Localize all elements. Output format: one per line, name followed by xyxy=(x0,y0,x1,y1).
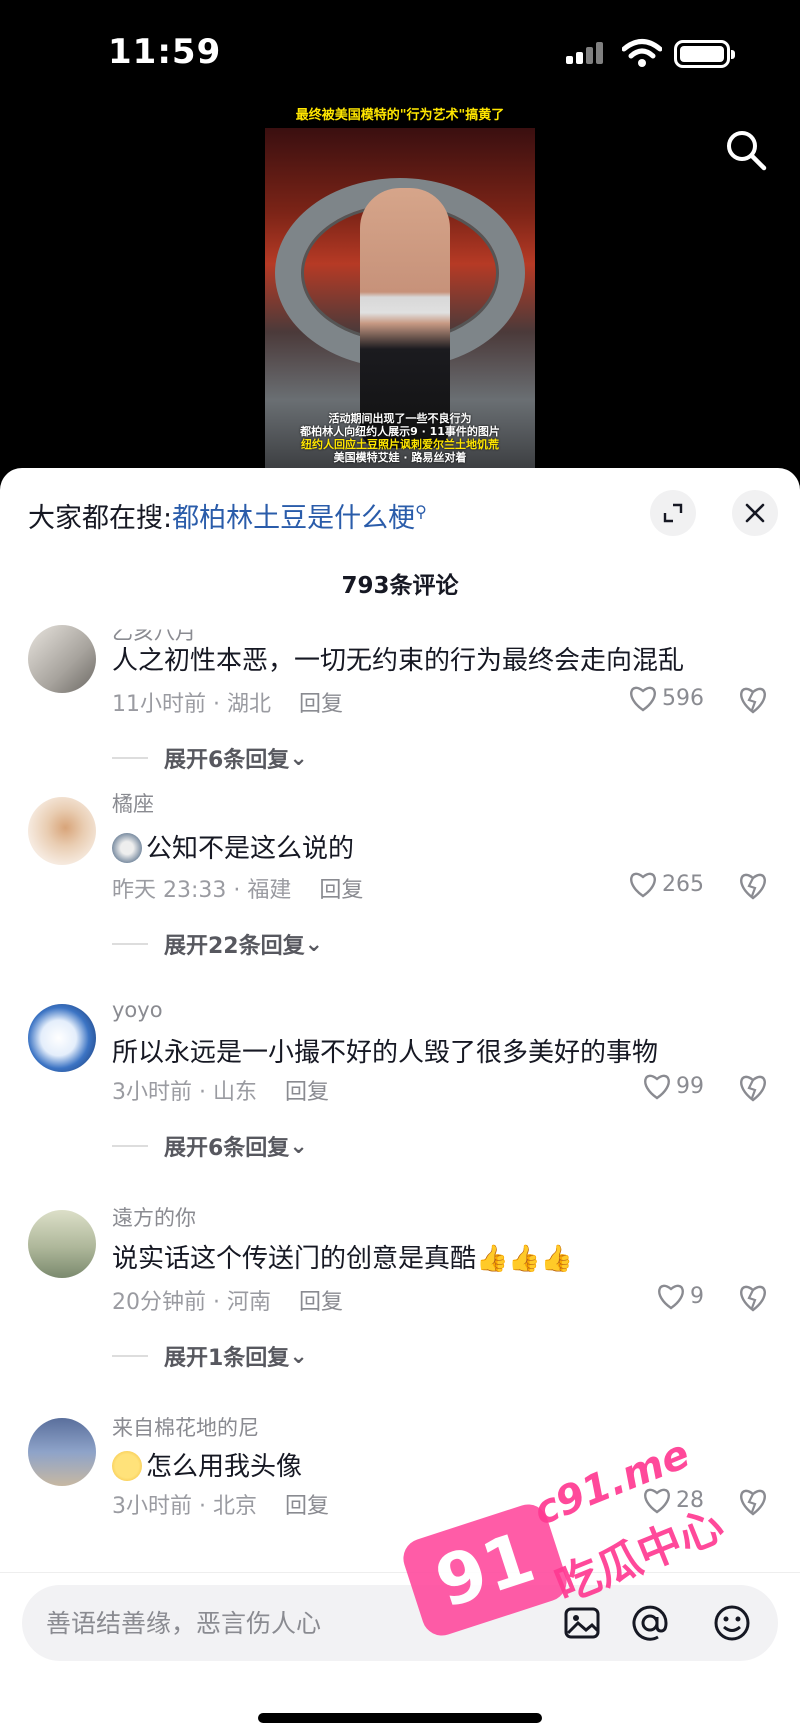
reply-button[interactable]: 回复 xyxy=(299,692,343,717)
avatar[interactable] xyxy=(28,625,96,693)
close-button[interactable] xyxy=(732,490,778,536)
comment-input[interactable] xyxy=(46,1603,546,1643)
comment-item: 来自棉花地的尼 怎么用我头像 3小时前 · 北京 回复 28 xyxy=(0,1376,800,1576)
close-icon xyxy=(745,503,765,523)
comment-input-bar xyxy=(0,1572,800,1736)
avatar[interactable] xyxy=(28,1004,96,1072)
like-button[interactable]: 265 xyxy=(628,870,704,898)
comment-meta: 昨天 23:33 · 福建 回复 xyxy=(112,878,364,903)
like-button[interactable]: 28 xyxy=(642,1486,704,1514)
heart-icon xyxy=(658,1284,684,1310)
comment-item: yoyo 所以永远是一小撮不好的人毁了很多美好的事物 3小时前 · 山东 回复 9… xyxy=(0,964,800,1164)
comment-text: 人之初性本恶，一切无约束的行为最终会走向混乱 xyxy=(112,646,685,676)
like-count: 265 xyxy=(662,871,704,897)
search-suggestion[interactable]: 大家都在搜:都柏林土豆是什么梗⚲ xyxy=(28,496,427,535)
home-indicator xyxy=(258,1713,542,1723)
expand-replies-button[interactable]: 展开6条回复 ⌄ xyxy=(112,1130,308,1162)
chevron-down-icon: ⌄ xyxy=(289,1343,308,1369)
comment-item: 乙亥八月 人之初性本恶，一切无约束的行为最终会走向混乱 11小时前 · 湖北 回复… xyxy=(0,608,800,773)
comment-meta: 3小时前 · 北京 回复 xyxy=(112,1494,329,1519)
mention-icon[interactable] xyxy=(630,1603,670,1643)
comments-sheet: 大家都在搜:都柏林土豆是什么梗⚲ 793条评论 乙亥八月 人之初性本恶，一切无约… xyxy=(0,468,800,1736)
chevron-down-icon: ⌄ xyxy=(289,1133,308,1159)
comment-list: 乙亥八月 人之初性本恶，一切无约束的行为最终会走向混乱 11小时前 · 湖北 回复… xyxy=(0,608,800,1608)
video-caption: 活动期间出现了一些不良行为 都柏林人向纽约人展示9 · 11事件的图片 纽约人回… xyxy=(300,412,500,464)
video-area[interactable]: 活动期间出现了一些不良行为 都柏林人向纽约人展示9 · 11事件的图片 纽约人回… xyxy=(0,100,800,470)
comment-text: 怎么用我头像 xyxy=(112,1446,302,1483)
like-button[interactable]: 9 xyxy=(656,1282,704,1310)
like-count: 9 xyxy=(690,1283,704,1309)
reply-button[interactable]: 回复 xyxy=(299,1290,343,1315)
like-count: 28 xyxy=(676,1487,704,1513)
expand-icon xyxy=(663,503,683,523)
comment-text: 所以永远是一小撮不好的人毁了很多美好的事物 xyxy=(112,1038,659,1068)
comment-username[interactable]: 橘座 xyxy=(112,788,154,818)
video-thumbnail[interactable]: 活动期间出现了一些不良行为 都柏林人向纽约人展示9 · 11事件的图片 纽约人回… xyxy=(265,128,535,468)
video-title: 最终被美国模特的"行为艺术"搞黄了 xyxy=(295,108,505,123)
comment-meta: 20分钟前 · 河南 回复 xyxy=(112,1290,343,1315)
heart-icon xyxy=(644,1074,670,1100)
search-icon[interactable] xyxy=(724,128,768,172)
dislike-icon[interactable] xyxy=(738,1486,768,1516)
image-icon[interactable] xyxy=(562,1603,602,1643)
emoji-icon[interactable] xyxy=(712,1603,752,1643)
video-figure xyxy=(360,188,450,448)
comment-username[interactable]: 来自棉花地的尼 xyxy=(112,1412,259,1442)
reply-button[interactable]: 回复 xyxy=(319,878,363,903)
wifi-icon xyxy=(622,39,662,67)
status-bar: 11:59 xyxy=(0,0,800,100)
comment-count: 793条评论 xyxy=(341,573,459,599)
heart-icon xyxy=(644,1488,670,1514)
comment-text: 公知不是这么说的 xyxy=(112,828,354,865)
expand-replies-button[interactable]: 展开22条回复 ⌄ xyxy=(112,928,323,960)
comment-item: 遠方的你 说实话这个传送门的创意是真酷👍👍👍 20分钟前 · 河南 回复 9 展开… xyxy=(0,1168,800,1371)
like-count: 99 xyxy=(676,1073,704,1099)
small-search-icon: ⚲ xyxy=(415,502,427,521)
reply-button[interactable]: 回复 xyxy=(285,1494,329,1519)
dislike-icon[interactable] xyxy=(738,1282,768,1312)
comment-item: 橘座 公知不是这么说的 昨天 23:33 · 福建 回复 265 展开22条回复 ⌄ xyxy=(0,756,800,959)
status-time: 11:59 xyxy=(108,32,222,72)
like-button[interactable]: 99 xyxy=(642,1072,704,1100)
dislike-icon[interactable] xyxy=(738,684,768,714)
flushed-emoji-icon xyxy=(112,1451,142,1481)
like-count: 596 xyxy=(662,685,704,711)
signal-icon xyxy=(566,42,608,64)
cat-emoji-icon xyxy=(112,833,142,863)
sheet-header: 大家都在搜:都柏林土豆是什么梗⚲ 793条评论 xyxy=(0,468,800,608)
heart-icon xyxy=(630,686,656,712)
expand-button[interactable] xyxy=(650,490,696,536)
comment-meta: 11小时前 · 湖北 回复 xyxy=(112,692,343,717)
avatar[interactable] xyxy=(28,1210,96,1278)
search-suggestion-query[interactable]: 都柏林土豆是什么梗 xyxy=(172,503,415,534)
expand-replies-button[interactable]: 展开1条回复 ⌄ xyxy=(112,1340,308,1372)
dislike-icon[interactable] xyxy=(738,1072,768,1102)
comment-username[interactable]: 遠方的你 xyxy=(112,1202,196,1232)
avatar[interactable] xyxy=(28,1418,96,1486)
comment-input-box[interactable] xyxy=(22,1585,778,1661)
comment-meta: 3小时前 · 山东 回复 xyxy=(112,1080,329,1105)
comment-username[interactable]: yoyo xyxy=(112,998,163,1022)
reply-button[interactable]: 回复 xyxy=(285,1080,329,1105)
like-button[interactable]: 596 xyxy=(628,684,704,712)
chevron-down-icon: ⌄ xyxy=(304,931,324,957)
dislike-icon[interactable] xyxy=(738,870,768,900)
avatar[interactable] xyxy=(28,797,96,865)
comment-text: 说实话这个传送门的创意是真酷👍👍👍 xyxy=(112,1244,574,1274)
battery-icon xyxy=(674,40,735,68)
heart-icon xyxy=(630,872,656,898)
